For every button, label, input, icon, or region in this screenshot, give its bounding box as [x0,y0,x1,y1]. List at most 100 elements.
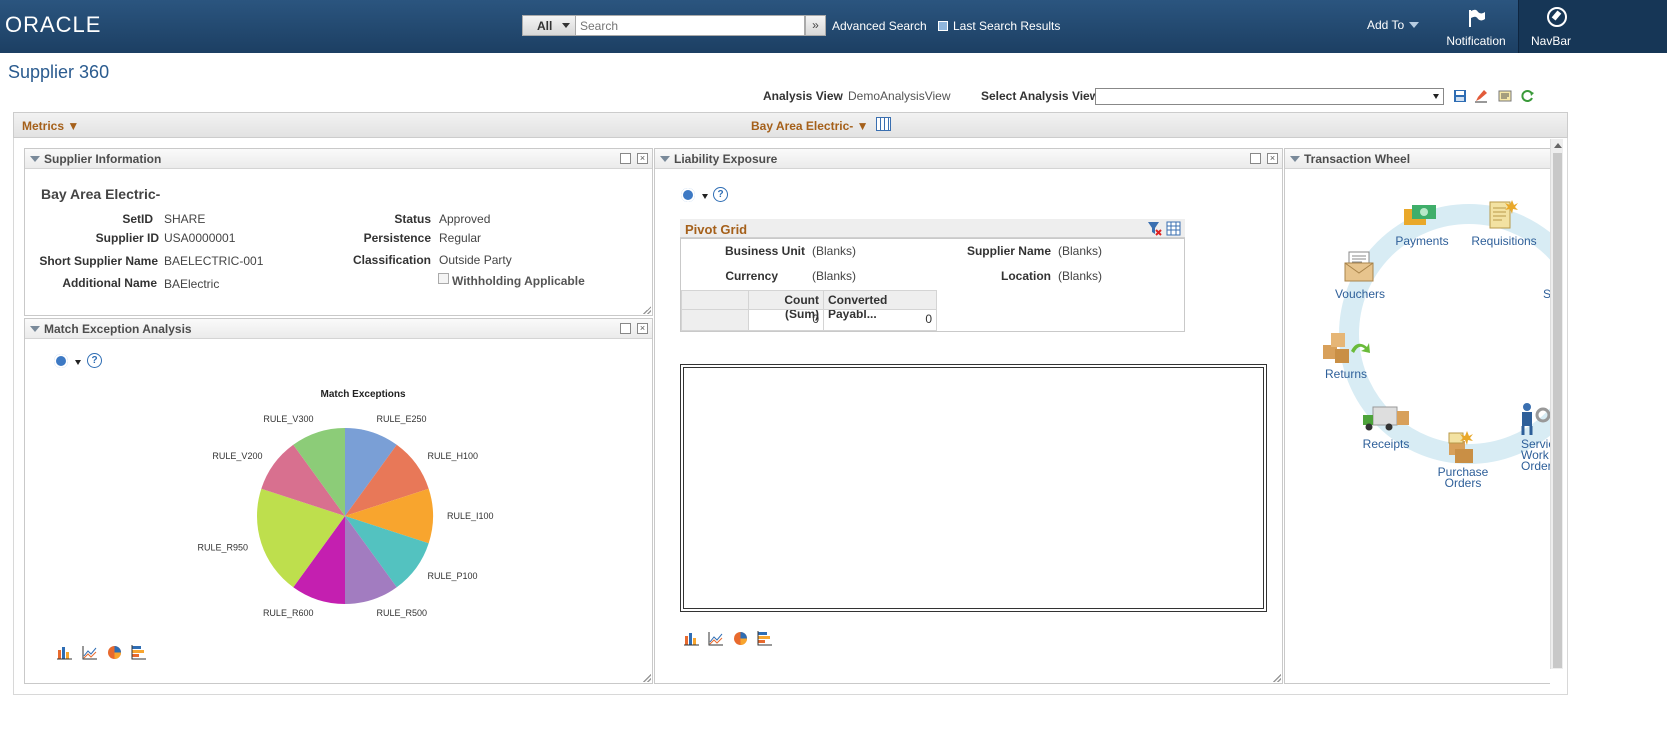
pie-slice-label: RULE_I100 [447,511,494,521]
pie-slice-label: RULE_V300 [263,414,313,424]
save-icon[interactable] [1453,89,1467,103]
gear-icon[interactable] [681,188,695,202]
line-chart-icon[interactable] [708,631,723,646]
bar-chart-icon[interactable] [684,631,699,646]
pie-slice-label: RULE_H100 [428,451,479,461]
pie-slice-label: RULE_E250 [377,414,427,424]
payments-link[interactable]: Payments [1389,235,1455,247]
top-banner: ORACLE All » Advanced Search Last Search… [0,0,1667,53]
status-value: Approved [439,212,491,226]
last-search-results-link[interactable]: Last Search Results [938,19,1060,33]
s-link[interactable]: S [1543,288,1550,300]
close-icon[interactable]: × [1267,153,1278,164]
search-scope-dropdown[interactable]: All [522,15,576,36]
navbar-button[interactable]: NavBar [1518,0,1667,53]
pivot-grid-header: Pivot Grid [680,219,1185,238]
notification-label: Notification [1446,34,1506,48]
requisitions-link[interactable]: Requisitions [1469,235,1539,247]
vouchers-link[interactable]: Vouchers [1327,288,1393,300]
currency-value[interactable]: (Blanks) [812,269,856,283]
chevron-down-icon [1433,94,1439,99]
maximize-icon[interactable] [620,323,631,334]
returns-icon[interactable] [1321,331,1371,367]
metrics-menu[interactable]: Metrics ▼ [22,119,79,133]
pivot-column-header[interactable]: Converted Payabl... [823,290,937,321]
grid-options-icon[interactable] [1166,221,1181,236]
receipts-link[interactable]: Receipts [1353,438,1419,450]
chevron-down-icon[interactable] [75,360,81,365]
pagelet-title: Liability Exposure [674,152,778,166]
pie-chart-icon[interactable] [107,645,122,660]
notification-button[interactable]: Notification [1436,0,1516,53]
scroll-up-arrow[interactable] [1554,143,1562,148]
collapse-icon[interactable] [30,156,40,162]
pagelet-title: Transaction Wheel [1304,152,1411,166]
maximize-icon[interactable] [1250,153,1261,164]
resize-grip[interactable] [643,674,651,682]
classification-value: Outside Party [439,253,512,267]
close-icon[interactable]: × [637,153,648,164]
close-icon[interactable]: × [637,323,648,334]
add-to-menu[interactable]: Add To [1367,18,1420,32]
location-value[interactable]: (Blanks) [1058,269,1102,283]
details-icon[interactable] [1498,89,1512,103]
advanced-search-link[interactable]: Advanced Search [832,19,927,33]
classification-label: Classification [352,253,431,267]
requisitions-icon[interactable] [1488,198,1518,230]
pivot-value-cell[interactable]: 0 [823,309,937,331]
horizontal-bar-chart-icon[interactable] [131,645,146,660]
returns-link[interactable]: Returns [1313,368,1379,380]
pivot-value-cell[interactable]: 0 [748,309,824,331]
help-icon[interactable]: ? [713,187,728,202]
payments-icon[interactable] [1402,201,1438,229]
business-unit-value[interactable]: (Blanks) [812,244,856,258]
scrollbar-thumb[interactable] [1553,153,1562,668]
vertical-scrollbar[interactable] [1550,139,1563,669]
line-chart-icon[interactable] [82,645,97,660]
edit-icon[interactable] [1474,89,1488,103]
status-label: Status [394,212,431,226]
persistence-value: Regular [439,231,482,245]
maximize-icon[interactable] [620,153,631,164]
supplier-name: Bay Area Electric- [41,186,161,202]
withholding-checkbox[interactable] [438,273,449,284]
short-name-value: BAELECTRIC-001 [164,254,264,268]
gear-icon[interactable] [54,354,68,368]
pie-chart-icon[interactable] [733,631,748,646]
oracle-logo: ORACLE [5,12,102,37]
grid-view-icon[interactable] [876,117,891,131]
refresh-icon[interactable] [1521,89,1535,103]
pivot-row-header [681,309,749,331]
receipts-icon[interactable] [1361,403,1411,433]
search-input[interactable] [576,15,805,36]
service-work-orders-link[interactable]: Service Work Orders [1521,438,1550,472]
purchase-orders-icon[interactable] [1445,429,1479,465]
chevron-down-icon[interactable] [702,194,708,199]
select-analysis-view-label: Select Analysis View [981,89,1100,103]
select-analysis-view-dropdown[interactable] [1095,88,1444,105]
search-go-button[interactable]: » [805,15,826,36]
pivot-column-header[interactable]: Count (Sum) [748,290,824,321]
vouchers-icon[interactable] [1343,251,1375,283]
resize-grip[interactable] [643,306,651,314]
chart-inner-frame [683,367,1264,609]
withholding-label: Withholding Applicable [452,274,585,288]
business-unit-label: Business Unit [724,244,805,258]
pagelet-title: Supplier Information [44,152,162,166]
supplier-name-value[interactable]: (Blanks) [1058,244,1102,258]
purchase-orders-link[interactable]: Purchase Orders [1429,466,1497,489]
collapse-icon[interactable] [1290,156,1300,162]
metrics-bar: Metrics ▼ Bay Area Electric- ▼ [13,112,1568,138]
help-icon[interactable]: ? [87,353,102,368]
service-work-orders-icon[interactable] [1519,401,1550,437]
filter-clear-icon[interactable] [1147,221,1162,236]
setid-value: SHARE [164,212,206,226]
match-exception-pagelet: Match Exception Analysis × ? Match Excep… [24,318,653,684]
resize-grip[interactable] [1273,674,1281,682]
collapse-icon[interactable] [660,156,670,162]
bar-chart-icon[interactable] [57,645,72,660]
supplier-selector[interactable]: Bay Area Electric- ▼ [751,119,869,133]
collapse-icon[interactable] [30,326,40,332]
flag-icon [1469,9,1485,27]
horizontal-bar-chart-icon[interactable] [757,631,772,646]
